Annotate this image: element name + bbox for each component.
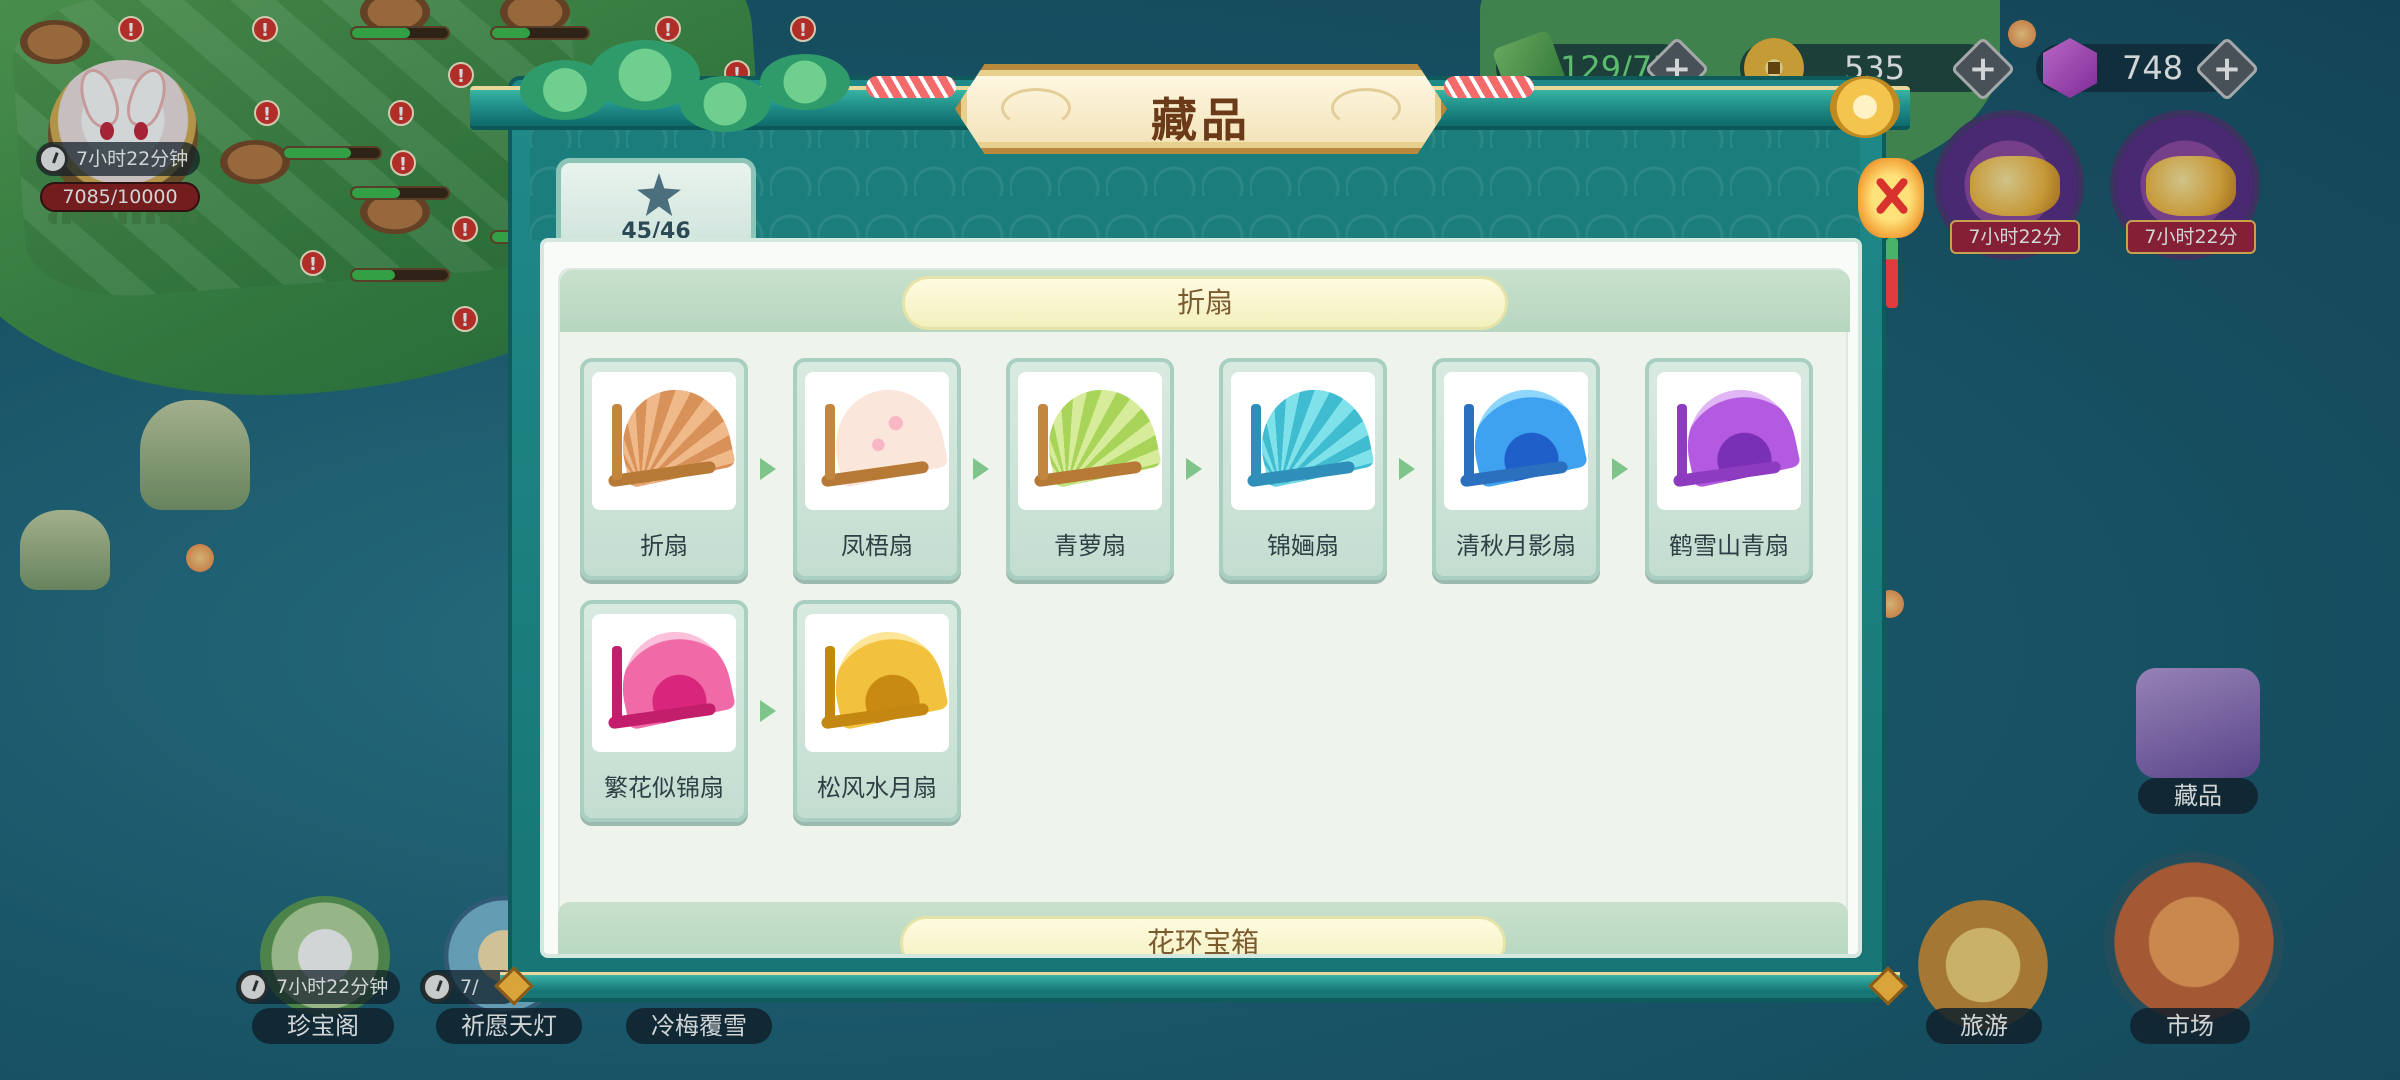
item-image: [1231, 372, 1375, 510]
item-name: 松风水月扇: [817, 774, 937, 802]
item-image: [592, 614, 736, 752]
collection-card[interactable]: 繁花似锦扇: [580, 600, 748, 822]
arrow-right-icon: [760, 700, 776, 722]
arrow-right-icon: [1186, 458, 1202, 480]
modal-title-plaque: 藏品: [955, 64, 1447, 154]
star-icon: [637, 173, 681, 217]
arrow-right-icon: [1612, 458, 1628, 480]
section-header: 花环宝箱: [558, 902, 1848, 954]
brocade-fan-icon: [1241, 379, 1375, 492]
collection-card[interactable]: 凤梧扇: [793, 358, 961, 580]
arrow-right-icon: [760, 458, 776, 480]
item-name: 鹤雪山青扇: [1669, 532, 1789, 560]
item-image: [805, 614, 949, 752]
rope-decoration: [866, 76, 956, 98]
scroll-end-ornament: [1830, 76, 1900, 138]
close-icon: [1872, 174, 1910, 218]
pine-branch-decoration: [500, 40, 860, 150]
item-name: 青萝扇: [1054, 532, 1126, 560]
item-name: 清秋月影扇: [1456, 532, 1576, 560]
item-name: 折扇: [640, 532, 688, 560]
pine-wind-fan-icon: [815, 621, 949, 734]
arrow-right-icon: [973, 458, 989, 480]
item-name: 繁花似锦扇: [604, 774, 724, 802]
phoenix-fan-icon: [815, 379, 949, 492]
modal-title: 藏品: [1151, 93, 1251, 147]
arrow-right-icon: [1399, 458, 1415, 480]
modal-bottom-rail: [500, 972, 1900, 992]
close-lantern-button[interactable]: [1858, 158, 1924, 238]
lantern-tassel: [1886, 238, 1898, 308]
item-image: [592, 372, 736, 510]
collection-card[interactable]: 锦婳扇: [1219, 358, 1387, 580]
collection-card[interactable]: 鹤雪山青扇: [1645, 358, 1813, 580]
collection-card[interactable]: 清秋月影扇: [1432, 358, 1600, 580]
collection-counter-tab[interactable]: 45/46: [556, 158, 756, 248]
collection-card[interactable]: 青萝扇: [1006, 358, 1174, 580]
item-image: [1018, 372, 1162, 510]
rope-decoration: [1444, 76, 1534, 98]
collection-card[interactable]: 折扇: [580, 358, 748, 580]
crane-snow-fan-icon: [1667, 379, 1801, 492]
collection-card[interactable]: 松风水月扇: [793, 600, 961, 822]
item-name: 凤梧扇: [841, 532, 913, 560]
collection-panel[interactable]: 折扇 折扇 凤梧扇 青萝扇 锦婳扇 清秋月影扇 鹤雪山青扇 繁花似锦扇 松风水月…: [540, 238, 1862, 958]
blossom-fan-icon: [602, 621, 736, 734]
section-title: 折扇: [902, 276, 1508, 330]
green-vine-fan-icon: [1028, 379, 1162, 492]
item-image: [805, 372, 949, 510]
item-image: [1444, 372, 1588, 510]
section-title: 花环宝箱: [900, 916, 1506, 954]
folding-fan-icon: [602, 379, 736, 492]
item-name: 锦婳扇: [1267, 532, 1339, 560]
item-image: [1657, 372, 1801, 510]
autumn-moon-fan-icon: [1454, 379, 1588, 492]
section-header: 折扇: [560, 270, 1850, 332]
fan-section: 折扇 折扇 凤梧扇 青萝扇 锦婳扇 清秋月影扇 鹤雪山青扇 繁花似锦扇 松风水月…: [558, 268, 1850, 936]
